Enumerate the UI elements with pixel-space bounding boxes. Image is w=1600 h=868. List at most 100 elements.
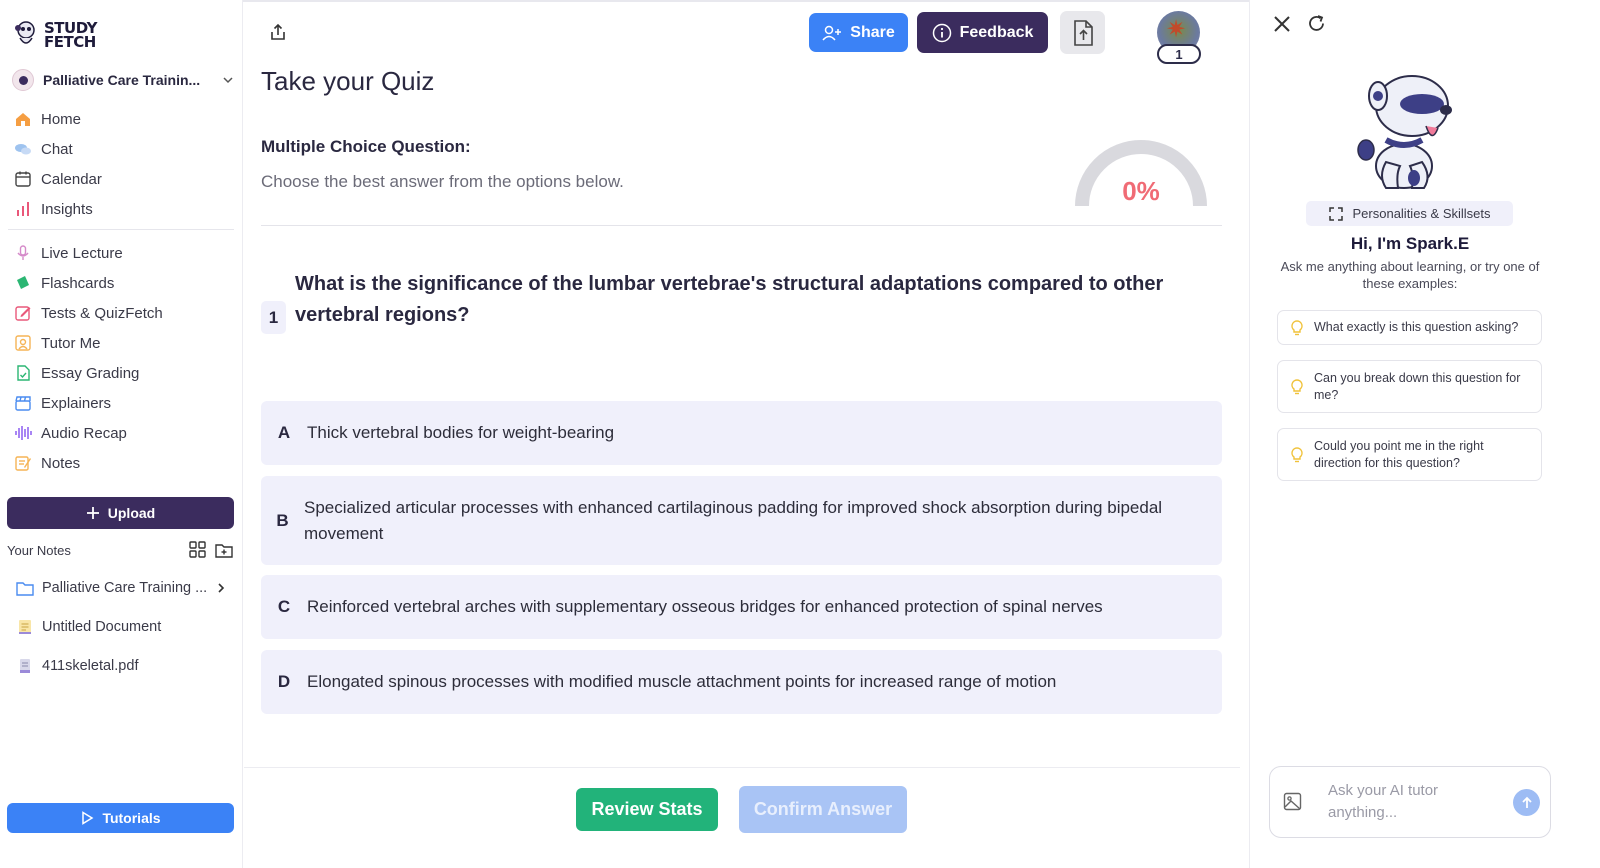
share-button[interactable]: Share bbox=[809, 13, 908, 52]
suggestion-text: What exactly is this question asking? bbox=[1314, 320, 1519, 334]
flashcards-icon bbox=[14, 274, 32, 292]
essay-icon bbox=[14, 364, 32, 382]
assistant-intro: Ask me anything about learning, or try o… bbox=[1280, 259, 1540, 291]
option-text: Reinforced vertebral arches with supplem… bbox=[307, 597, 1103, 616]
note-label: 411skeletal.pdf bbox=[42, 658, 139, 674]
course-label: Palliative Care Trainin... bbox=[43, 72, 201, 88]
nav-item-essay-grading[interactable]: Essay Grading bbox=[14, 358, 234, 388]
nav-label: Live Lecture bbox=[41, 244, 123, 262]
question-instruction: Choose the best answer from the options … bbox=[261, 172, 624, 191]
clapperboard-icon bbox=[14, 394, 32, 412]
lightbulb-icon bbox=[1291, 378, 1303, 394]
expand-icon bbox=[1328, 206, 1343, 221]
refresh-icon[interactable] bbox=[1306, 13, 1327, 34]
question-number: 1 bbox=[261, 301, 286, 334]
chevron-right-icon bbox=[218, 583, 225, 593]
answer-option-c[interactable]: C Reinforced vertebral arches with suppl… bbox=[261, 575, 1222, 639]
nav-label: Audio Recap bbox=[41, 424, 127, 442]
option-letter: C bbox=[277, 597, 291, 616]
send-button[interactable] bbox=[1513, 789, 1540, 816]
share-export-icon[interactable] bbox=[268, 22, 288, 42]
nav-tools: Live Lecture Flashcards Tests & QuizFetc… bbox=[14, 238, 234, 478]
your-notes-label: Your Notes bbox=[7, 542, 71, 558]
microphone-icon bbox=[14, 244, 32, 262]
nav-item-tutor-me[interactable]: Tutor Me bbox=[14, 328, 234, 358]
nav-item-audio-recap[interactable]: Audio Recap bbox=[14, 418, 234, 448]
nav-label: Tests & QuizFetch bbox=[41, 304, 163, 322]
confirm-answer-button[interactable]: Confirm Answer bbox=[739, 786, 907, 833]
file-upload-button[interactable] bbox=[1060, 11, 1105, 54]
upload-button[interactable]: Upload bbox=[7, 497, 234, 529]
nav-item-home[interactable]: Home bbox=[14, 104, 234, 134]
tutorials-button[interactable]: Tutorials bbox=[7, 803, 234, 833]
personalities-skillsets-button[interactable]: Personalities & Skillsets bbox=[1306, 201, 1513, 226]
suggestion-item[interactable]: What exactly is this question asking? bbox=[1277, 310, 1542, 345]
question-type-label: Multiple Choice Question: bbox=[261, 137, 471, 156]
course-avatar-icon bbox=[12, 69, 34, 91]
lightbulb-icon bbox=[1291, 446, 1303, 462]
option-letter: A bbox=[277, 423, 291, 442]
upload-label: Upload bbox=[107, 505, 156, 521]
chat-input[interactable]: Ask your AI tutor anything... bbox=[1328, 780, 1493, 824]
logo-text: STUDY FETCH bbox=[44, 21, 97, 51]
nav-item-live-lecture[interactable]: Live Lecture bbox=[14, 238, 234, 268]
nav-label: Tutor Me bbox=[41, 334, 101, 352]
qr-scan-icon[interactable] bbox=[188, 541, 208, 559]
lightbulb-icon bbox=[1291, 319, 1303, 335]
note-folder-palliative[interactable]: Palliative Care Training ... bbox=[16, 576, 226, 600]
insights-icon bbox=[14, 200, 32, 218]
nav-label: Calendar bbox=[41, 170, 102, 188]
answer-option-a[interactable]: A Thick vertebral bodies for weight-bear… bbox=[261, 401, 1222, 465]
nav-item-notes[interactable]: Notes bbox=[14, 448, 234, 478]
nav-label: Essay Grading bbox=[41, 364, 140, 382]
nav-item-explainers[interactable]: Explainers bbox=[14, 388, 234, 418]
nav-label: Explainers bbox=[41, 394, 112, 412]
note-label: Untitled Document bbox=[42, 619, 162, 635]
header-divider bbox=[261, 225, 1222, 226]
notification-badge[interactable]: 1 bbox=[1157, 44, 1201, 64]
logo-line-2: FETCH bbox=[44, 33, 96, 51]
feedback-label: Feedback bbox=[959, 23, 1034, 41]
suggestion-text: Can you break down this question for me? bbox=[1314, 370, 1521, 402]
chevron-down-icon bbox=[223, 77, 233, 84]
suggestion-item[interactable]: Can you break down this question for me? bbox=[1277, 360, 1542, 413]
app-root: STUDY FETCH Palliative Care Trainin... H… bbox=[0, 0, 1600, 868]
note-untitled-document[interactable]: Untitled Document bbox=[16, 615, 226, 639]
chat-icon bbox=[14, 140, 32, 158]
nav-divider bbox=[8, 229, 234, 230]
arrow-up-icon bbox=[1521, 796, 1532, 808]
answer-option-b[interactable]: B Specialized articular processes with e… bbox=[261, 476, 1222, 565]
nav-label: Insights bbox=[41, 200, 93, 218]
document-icon bbox=[19, 620, 31, 634]
image-attach-icon[interactable] bbox=[1283, 792, 1302, 811]
dog-logo-icon bbox=[15, 21, 35, 44]
close-icon[interactable] bbox=[1272, 14, 1292, 34]
page-title: Take your Quiz bbox=[261, 66, 435, 96]
suggestion-text: Could you point me in the right directio… bbox=[1314, 438, 1484, 470]
studyfetch-logo[interactable]: STUDY FETCH bbox=[14, 20, 97, 50]
nav-item-calendar[interactable]: Calendar bbox=[14, 164, 234, 194]
sidebar: STUDY FETCH Palliative Care Trainin... H… bbox=[0, 0, 243, 868]
review-stats-button[interactable]: Review Stats bbox=[576, 788, 718, 831]
question-text: What is the significance of the lumbar v… bbox=[295, 273, 1164, 326]
folder-icon bbox=[16, 582, 34, 596]
personalities-label: Personalities & Skillsets bbox=[1352, 206, 1491, 221]
new-folder-icon[interactable] bbox=[214, 541, 234, 559]
nav-item-flashcards[interactable]: Flashcards bbox=[14, 268, 234, 298]
answer-option-d[interactable]: D Elongated spinous processes with modif… bbox=[261, 650, 1222, 714]
option-text: Elongated spinous processes with modifie… bbox=[307, 672, 1057, 691]
nav-item-chat[interactable]: Chat bbox=[14, 134, 234, 164]
note-pdf-file[interactable]: 411skeletal.pdf bbox=[16, 654, 226, 678]
course-selector[interactable]: Palliative Care Trainin... bbox=[12, 68, 234, 92]
plus-icon bbox=[86, 507, 99, 519]
nav-label: Flashcards bbox=[41, 274, 115, 292]
nav-primary: Home Chat Calendar Insights bbox=[14, 104, 234, 224]
home-icon bbox=[14, 110, 32, 128]
feedback-button[interactable]: Feedback bbox=[917, 12, 1048, 53]
notes-icon bbox=[14, 454, 32, 472]
option-text: Thick vertebral bodies for weight-bearin… bbox=[307, 423, 615, 442]
nav-label: Home bbox=[41, 110, 82, 128]
suggestion-item[interactable]: Could you point me in the right directio… bbox=[1277, 428, 1542, 481]
nav-item-tests-quizfetch[interactable]: Tests & QuizFetch bbox=[14, 298, 234, 328]
nav-item-insights[interactable]: Insights bbox=[14, 194, 234, 224]
